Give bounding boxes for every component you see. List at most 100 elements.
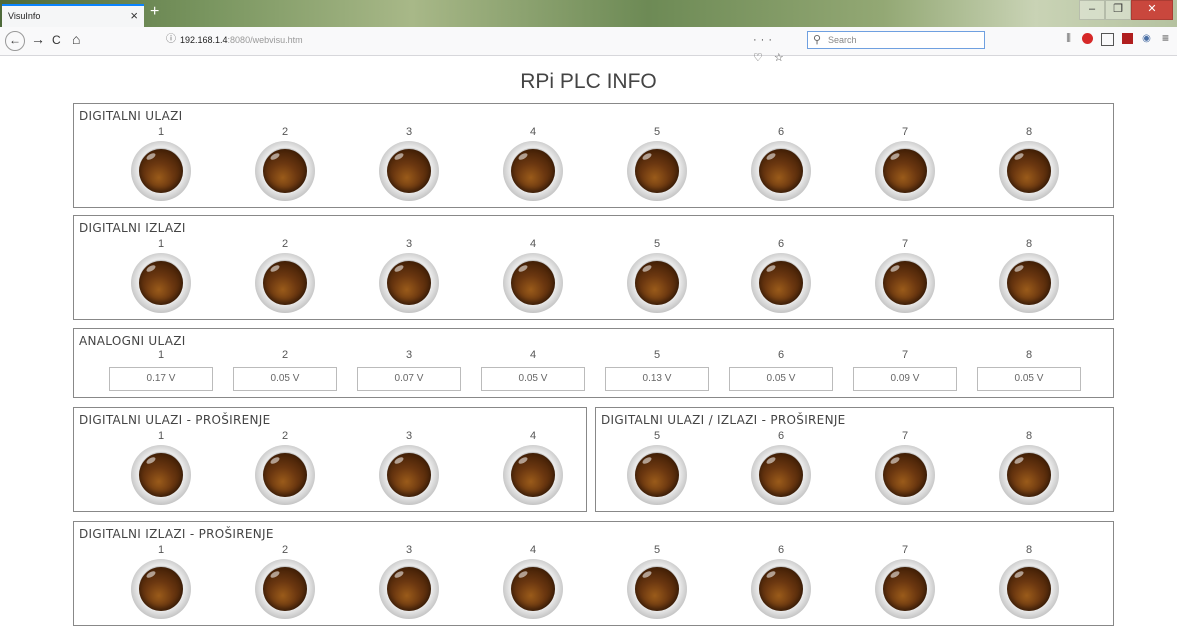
new-tab-button[interactable]: + [150,3,159,21]
panel-digital-io-extension: DIGITALNI ULAZI / IZLAZI - PROŠIRENJE 5 … [595,407,1114,512]
sidebar-icon[interactable] [1101,33,1114,46]
channel-number: 5 [653,126,661,138]
led-indicator-icon [255,253,315,313]
led-indicator-icon [131,253,191,313]
digital-input-5: 5 [622,126,692,201]
analog-input-5: 5 0.13 V [605,349,709,391]
channel-number: 2 [281,430,289,442]
channel-number: 1 [157,126,165,138]
channel-number: 4 [529,430,537,442]
ext-digital-output-6: 6 [746,544,816,619]
ext-digital-io-8: 8 [994,430,1064,505]
digital-input-1: 1 [126,126,196,201]
led-indicator-icon [255,141,315,201]
adblock-icon[interactable] [1082,33,1093,44]
channel-number: 8 [1025,430,1033,442]
tab-close-icon[interactable]: × [130,8,138,23]
analog-input-8: 8 0.05 V [977,349,1081,391]
channel-number: 6 [777,430,785,442]
back-arrow-icon[interactable]: ← [5,31,25,51]
ext-digital-output-7: 7 [870,544,940,619]
channel-number: 8 [1025,238,1033,250]
search-input[interactable]: ⚲ Search [807,31,985,49]
library-icon[interactable]: ⫼ [1063,33,1074,44]
site-info-icon[interactable]: ⓘ [166,31,176,49]
channel-number: 6 [777,544,785,556]
analog-input-7: 7 0.09 V [853,349,957,391]
url-bar[interactable]: ⓘ 192.168.1.4:8080/webvisu.htm ··· ♡ ☆ [160,31,796,64]
digital-input-3: 3 [374,126,444,201]
tab-title: VisuInfo [8,11,41,21]
globe-icon[interactable]: ◉ [1141,33,1152,44]
reload-icon[interactable]: C [52,33,61,47]
led-indicator-icon [999,445,1059,505]
digital-output-1: 1 [126,238,196,313]
led-indicator-icon [875,445,935,505]
panel-title: DIGITALNI ULAZI / IZLAZI - PROŠIRENJE [601,413,846,427]
channel-number: 2 [281,349,289,361]
url-actions-icons[interactable]: ··· ♡ ☆ [753,31,796,67]
ext-digital-input-2: 2 [250,430,320,505]
channel-number: 1 [157,430,165,442]
restore-button[interactable]: ❐ [1105,0,1131,20]
analog-value-field: 0.09 V [853,367,957,391]
window-controls: – ❐ ✕ [1079,0,1173,20]
led-indicator-icon [503,253,563,313]
analog-value-field: 0.05 V [977,367,1081,391]
browser-tab[interactable]: VisuInfo × [2,4,144,27]
led-indicator-icon [875,253,935,313]
analog-input-4: 4 0.05 V [481,349,585,391]
browser-tab-strip: VisuInfo × + – ❐ ✕ [0,0,1177,27]
ext-digital-input-3: 3 [374,430,444,505]
analog-input-1: 1 0.17 V [109,349,213,391]
analog-value-field: 0.05 V [233,367,337,391]
panel-title: DIGITALNI IZLAZI [79,221,186,235]
channel-number: 1 [157,349,165,361]
led-indicator-icon [131,559,191,619]
channel-number: 3 [405,349,413,361]
channel-number: 3 [405,238,413,250]
channel-number: 4 [529,238,537,250]
channel-number: 4 [529,126,537,138]
menu-icon[interactable]: ≡ [1160,32,1171,44]
led-indicator-icon [131,141,191,201]
led-indicator-icon [503,445,563,505]
channel-number: 1 [157,238,165,250]
analog-input-6: 6 0.05 V [729,349,833,391]
minimize-button[interactable]: – [1079,0,1105,20]
channel-number: 5 [653,544,661,556]
channel-number: 5 [653,238,661,250]
ext-digital-io-6: 6 [746,430,816,505]
channel-number: 4 [529,544,537,556]
forward-arrow-icon[interactable]: → [31,31,45,47]
digital-output-7: 7 [870,238,940,313]
panel-title: DIGITALNI ULAZI [79,109,183,123]
close-window-button[interactable]: ✕ [1131,0,1173,20]
led-indicator-icon [627,253,687,313]
channel-number: 6 [777,238,785,250]
led-indicator-icon [627,559,687,619]
analog-value-field: 0.13 V [605,367,709,391]
panel-title: ANALOGNI ULAZI [79,334,186,348]
ext-digital-output-4: 4 [498,544,568,619]
led-indicator-icon [379,559,439,619]
channel-number: 2 [281,544,289,556]
led-indicator-icon [751,141,811,201]
ext-digital-io-7: 7 [870,430,940,505]
channel-number: 3 [405,430,413,442]
toolbar-icons: ⫼ ◉ ≡ [1063,32,1171,46]
home-icon[interactable]: ⌂ [72,31,80,47]
channel-number: 8 [1025,544,1033,556]
led-indicator-icon [255,559,315,619]
panel-analog-inputs: ANALOGNI ULAZI 1 0.17 V 2 0.05 V 3 0.07 V 4… [73,328,1114,398]
digital-input-8: 8 [994,126,1064,201]
led-indicator-icon [379,253,439,313]
led-indicator-icon [999,141,1059,201]
led-indicator-icon [627,445,687,505]
extension-icon[interactable] [1122,33,1133,44]
ext-digital-output-8: 8 [994,544,1064,619]
analog-value-field: 0.17 V [109,367,213,391]
digital-input-6: 6 [746,126,816,201]
channel-number: 3 [405,126,413,138]
digital-output-5: 5 [622,238,692,313]
